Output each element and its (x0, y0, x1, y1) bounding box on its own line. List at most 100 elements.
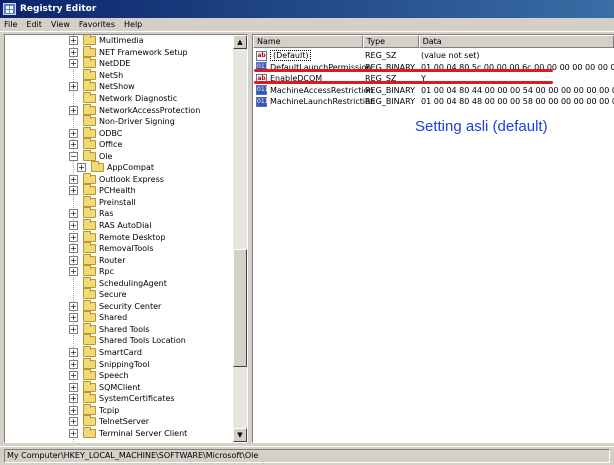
expand-icon[interactable]: + (69, 232, 78, 242)
tree-item[interactable]: + RemovalTools (5, 242, 235, 255)
expand-icon[interactable]: + (69, 174, 78, 184)
tree-item[interactable]: Secure (5, 288, 235, 301)
folder-icon (83, 380, 96, 392)
tree-item[interactable]: + Rpc (5, 265, 235, 278)
tree-item[interactable]: + Ras (5, 207, 235, 220)
column-header-name[interactable]: Name (253, 35, 363, 48)
expand-icon[interactable]: + (69, 255, 78, 265)
menu-favorites[interactable]: Favorites (79, 20, 115, 29)
value-row[interactable]: 011 MachineLaunchRestriction REG_BINARY 01 … (253, 96, 614, 108)
tree-item[interactable]: Shared Tools Location (5, 334, 235, 347)
expand-icon[interactable]: + (69, 428, 78, 438)
tree-item[interactable]: + Outlook Express (5, 172, 235, 186)
expand-icon[interactable]: + (69, 405, 78, 415)
tree-item[interactable]: Preinstall (5, 195, 235, 209)
expand-icon[interactable]: + (69, 359, 78, 369)
tree-item[interactable]: + Terminal Server Client (5, 426, 235, 440)
value-row[interactable]: ab (Default) REG_SZ (value not set) (253, 50, 614, 62)
tree-item[interactable]: + Remote Desktop (5, 230, 235, 243)
binary-value-icon: 011 (256, 96, 269, 107)
folder-icon (83, 207, 96, 219)
tree-item-label: SmartCard (99, 348, 142, 358)
tree-item-label: Non-Driver Signing (99, 117, 175, 127)
menu-edit[interactable]: Edit (26, 20, 42, 29)
expand-icon[interactable]: + (69, 417, 78, 427)
tree-item[interactable]: + TelnetServer (5, 415, 235, 428)
expand-icon[interactable]: + (69, 348, 78, 358)
expand-icon[interactable]: + (69, 209, 78, 219)
tree-item[interactable]: + NET Framework Setup (5, 45, 235, 59)
tree-item[interactable]: Network Diagnostic (5, 92, 235, 105)
tree-item[interactable]: + SmartCard (5, 346, 235, 359)
folder-icon (83, 311, 96, 323)
tree-item[interactable]: − Ole (5, 149, 235, 162)
tree-item[interactable]: + Multimedia (5, 35, 235, 47)
tree-item[interactable]: + NetDDE (5, 57, 235, 70)
expand-icon[interactable]: + (69, 324, 78, 334)
expand-icon[interactable]: + (69, 186, 78, 196)
folder-icon (91, 161, 104, 173)
tree-item[interactable]: + RAS AutoDial (5, 219, 235, 232)
expand-icon[interactable]: + (69, 301, 78, 311)
tree-item[interactable]: + AppCompat (5, 161, 235, 174)
expand-icon[interactable]: + (77, 163, 86, 173)
scroll-down-arrow-icon[interactable]: ▼ (233, 428, 247, 442)
expand-icon[interactable]: + (69, 105, 78, 115)
menu-file[interactable]: File (4, 20, 17, 29)
tree-item[interactable]: + NetworkAccessProtection (5, 103, 235, 116)
expand-icon[interactable]: + (69, 128, 78, 138)
expand-icon[interactable]: + (69, 267, 78, 277)
value-name: (Default) (270, 50, 312, 62)
scroll-up-arrow-icon[interactable]: ▲ (233, 35, 247, 49)
tree-item[interactable]: NetSh (5, 68, 235, 82)
tree-item[interactable]: + Security Center (5, 299, 235, 313)
tree-item[interactable]: + SnippingTool (5, 357, 235, 370)
tree-item[interactable]: + Shared (5, 311, 235, 324)
tree-item[interactable]: + PCHealth (5, 184, 235, 197)
folder-icon (83, 334, 96, 346)
expand-icon[interactable]: + (69, 59, 78, 69)
menu-view[interactable]: View (51, 20, 70, 29)
tree-item[interactable]: + ODBC (5, 126, 235, 139)
tree-item[interactable]: + Shared Tools (5, 322, 235, 336)
values-list[interactable]: Name Type Data ab (Default) REG_SZ (value n… (252, 34, 614, 443)
expand-icon[interactable]: + (69, 82, 78, 92)
folder-icon (83, 369, 96, 381)
status-path: My Computer\HKEY_LOCAL_MACHINE\SOFTWARE\… (4, 449, 610, 463)
column-header-data[interactable]: Data (418, 35, 614, 48)
column-header-type[interactable]: Type (362, 35, 419, 48)
tree-item[interactable]: + SystemCertificates (5, 392, 235, 405)
scroll-thumb[interactable] (233, 249, 247, 367)
tree-scrollbar[interactable]: ▲ ▼ (233, 35, 247, 442)
value-row[interactable]: 011 MachineAccessRestriction REG_BINARY 01 … (253, 85, 614, 97)
expand-icon[interactable]: + (69, 221, 78, 231)
tree-item-label: RAS AutoDial (99, 221, 152, 231)
tree-item[interactable]: SchedulingAgent (5, 276, 235, 289)
folder-icon (83, 392, 96, 404)
folder-icon (83, 242, 96, 254)
tree-item[interactable]: Non-Driver Signing (5, 115, 235, 128)
menu-help[interactable]: Help (124, 20, 142, 29)
expand-icon[interactable]: + (69, 36, 78, 46)
expand-icon[interactable]: + (69, 244, 78, 254)
tree-item[interactable]: + Tcpip (5, 403, 235, 417)
tree-item[interactable]: + SQMClient (5, 380, 235, 393)
status-bar: My Computer\HKEY_LOCAL_MACHINE\SOFTWARE\… (0, 446, 614, 465)
title-bar[interactable]: Registry Editor (0, 0, 614, 18)
folder-icon (83, 276, 96, 288)
tree-item[interactable]: + Speech (5, 369, 235, 382)
tree-item[interactable]: + Router (5, 253, 235, 266)
collapse-icon[interactable]: − (69, 151, 78, 161)
folder-icon (83, 115, 96, 127)
expand-icon[interactable]: + (69, 382, 78, 392)
tree-item[interactable]: + Office (5, 138, 235, 151)
tree-item[interactable]: + NetShow (5, 80, 235, 93)
expand-icon[interactable]: + (69, 371, 78, 381)
expand-icon[interactable]: + (69, 47, 78, 57)
red-underline-mark (254, 69, 553, 72)
expand-icon[interactable]: + (69, 313, 78, 323)
registry-tree[interactable]: + Multimedia + NET Framework Setup + NetDDE Ne… (4, 34, 248, 443)
expand-icon[interactable]: + (69, 140, 78, 150)
expand-icon[interactable]: + (69, 394, 78, 404)
tree-item-label: Router (99, 255, 126, 265)
